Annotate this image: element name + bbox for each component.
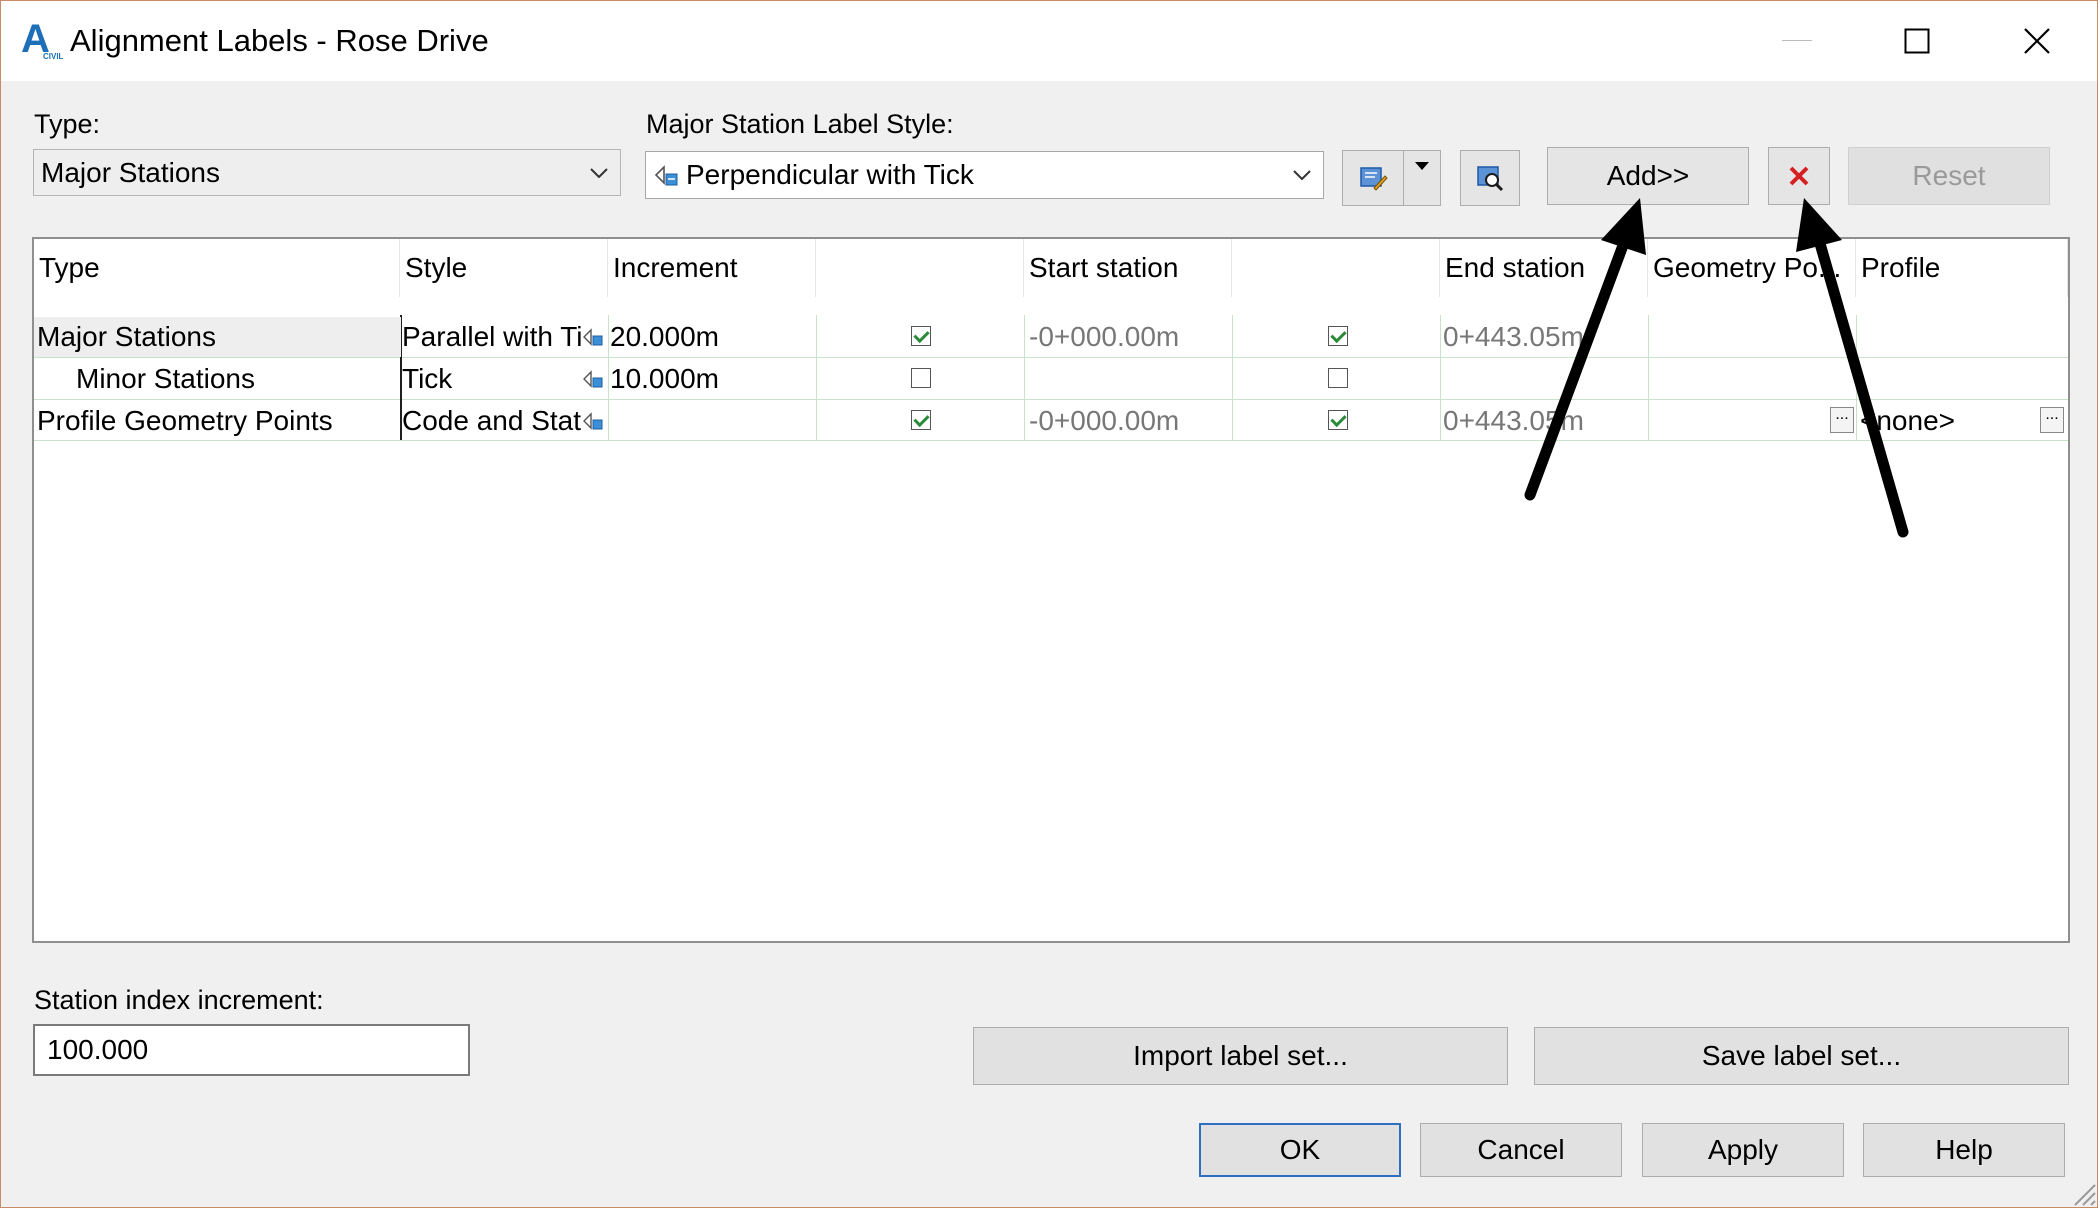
grid-col-divider <box>608 315 609 440</box>
grid-col-divider <box>1648 315 1649 440</box>
row-style[interactable]: Tick <box>402 359 582 399</box>
chevron-down-icon <box>1293 170 1311 180</box>
grid-col-divider <box>816 315 817 440</box>
column-header-type[interactable]: Type <box>34 239 400 297</box>
grid-row-divider <box>34 357 2068 358</box>
add-button[interactable]: Add>> <box>1547 147 1749 205</box>
row-start-station[interactable]: -0+000.00m <box>1029 401 1229 441</box>
start-station-checkbox[interactable] <box>911 326 931 346</box>
chevron-down-icon <box>590 167 608 178</box>
column-header-increment[interactable]: Increment <box>608 239 816 297</box>
style-dropdown-value: Perpendicular with Tick <box>686 159 974 190</box>
row-profile[interactable]: <none> <box>1860 401 2030 441</box>
labels-grid: Type Style Increment Start station End s… <box>32 237 2070 943</box>
style-dropdown[interactable]: Perpendicular with Tick <box>645 151 1324 199</box>
ok-button[interactable]: OK <box>1199 1123 1401 1177</box>
apply-button[interactable]: Apply <box>1642 1123 1844 1177</box>
style-label: Major Station Label Style: <box>646 109 954 139</box>
dropdown-arrow-icon <box>1415 162 1429 170</box>
window-title: Alignment Labels - Rose Drive <box>70 23 489 58</box>
row-increment[interactable]: 10.000m <box>610 359 810 399</box>
column-header-end-check[interactable] <box>1232 239 1440 297</box>
row-increment[interactable]: 20.000m <box>610 317 810 357</box>
station-index-label: Station index increment: <box>34 985 324 1015</box>
row-start-station[interactable]: -0+000.00m <box>1029 317 1229 357</box>
close-icon <box>2024 28 2050 54</box>
title-bar: A CIVIL Alignment Labels - Rose Drive <box>1 1 2097 81</box>
close-button[interactable] <box>1977 1 2097 81</box>
station-index-input[interactable]: 100.000 <box>33 1024 470 1076</box>
geometry-points-ellipsis-button[interactable]: ... <box>1830 407 1854 433</box>
column-header-style[interactable]: Style <box>400 239 608 297</box>
delete-button[interactable] <box>1768 147 1830 205</box>
label-style-icon[interactable] <box>582 326 604 348</box>
column-header-geometry-points[interactable]: Geometry Po... <box>1648 239 1856 297</box>
column-header-start-station[interactable]: Start station <box>1024 239 1232 297</box>
save-label-set-button[interactable]: Save label set... <box>1534 1027 2069 1085</box>
grid-row-divider <box>34 399 2068 400</box>
resize-grip-icon[interactable] <box>2067 1177 2097 1207</box>
import-label-set-button[interactable]: Import label set... <box>973 1027 1508 1085</box>
minimize-button[interactable] <box>1737 1 1857 81</box>
app-icon-sub: CIVIL <box>43 52 64 61</box>
column-header-end-station[interactable]: End station <box>1440 239 1648 297</box>
row-end-station[interactable]: 0+443.05m <box>1443 317 1643 357</box>
row-style[interactable]: Parallel with Ti <box>402 317 582 357</box>
label-style-icon <box>654 165 678 186</box>
grid-col-divider <box>1440 315 1441 440</box>
preview-style-button[interactable] <box>1460 150 1520 206</box>
maximize-icon <box>1904 28 1930 54</box>
type-dropdown[interactable]: Major Stations <box>33 149 621 196</box>
end-station-checkbox[interactable] <box>1328 326 1348 346</box>
start-station-checkbox[interactable] <box>911 368 931 388</box>
label-style-icon[interactable] <box>582 368 604 390</box>
cancel-button[interactable]: Cancel <box>1420 1123 1622 1177</box>
edit-style-icon <box>1360 167 1388 191</box>
reset-button[interactable]: Reset <box>1848 147 2050 205</box>
preview-icon <box>1477 166 1504 192</box>
row-type: Minor Stations <box>76 363 255 394</box>
grid-col-divider <box>1856 315 1857 440</box>
end-station-checkbox[interactable] <box>1328 410 1348 430</box>
column-header-start-check[interactable] <box>816 239 1024 297</box>
row-type: Major Stations <box>34 317 401 357</box>
help-button[interactable]: Help <box>1863 1123 2065 1177</box>
profile-ellipsis-button[interactable]: ... <box>2040 407 2064 433</box>
column-header-profile[interactable]: Profile <box>1856 239 2068 297</box>
maximize-button[interactable] <box>1857 1 1977 81</box>
type-dropdown-value: Major Stations <box>41 156 220 188</box>
row-type: Profile Geometry Points <box>37 405 333 436</box>
alignment-labels-dialog: A CIVIL Alignment Labels - Rose Drive Ty… <box>0 0 2098 1208</box>
minimize-icon <box>1782 40 1812 41</box>
grid-col-divider <box>1232 315 1233 440</box>
end-station-checkbox[interactable] <box>1328 368 1348 388</box>
grid-col-divider <box>1024 315 1025 440</box>
row-style[interactable]: Code and Stati <box>402 401 582 441</box>
edit-style-button[interactable] <box>1342 150 1404 206</box>
start-station-checkbox[interactable] <box>911 410 931 430</box>
label-style-icon[interactable] <box>582 410 604 432</box>
type-label: Type: <box>34 109 101 139</box>
delete-icon <box>1789 166 1809 186</box>
autocad-civil-icon: A CIVIL <box>21 19 64 63</box>
edit-style-dropdown-button[interactable] <box>1403 150 1441 206</box>
row-end-station[interactable]: 0+443.05m <box>1443 401 1643 441</box>
